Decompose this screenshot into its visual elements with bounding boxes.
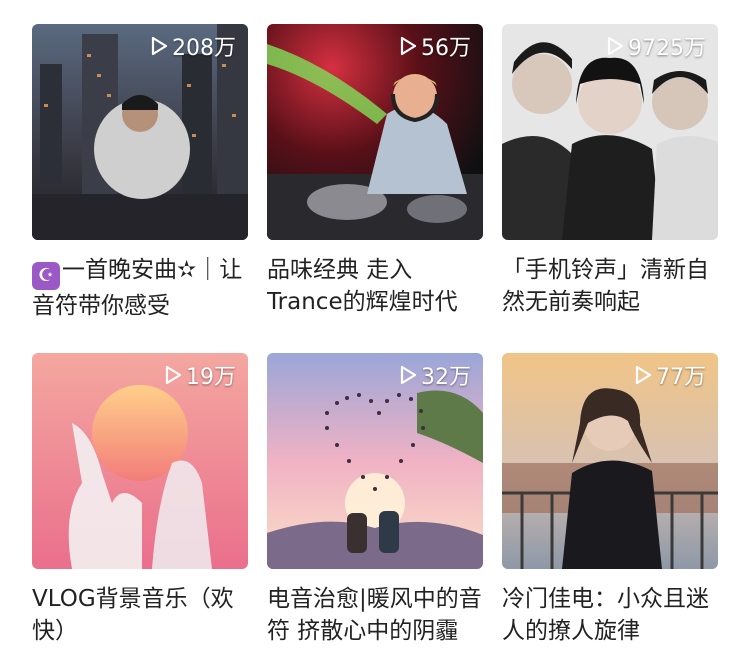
playlist-card[interactable]: 56万 品味经典 走入Trance的辉煌时代	[267, 24, 483, 318]
play-icon	[151, 36, 168, 56]
play-count: 19万	[165, 359, 236, 391]
playlist-title[interactable]: 品味经典 走入Trance的辉煌时代	[267, 254, 483, 318]
playlist-card[interactable]: 32万 电音治愈|暖风中的音符 挤散心中的阴霾	[267, 353, 483, 647]
playlist-cover[interactable]: 9725万	[502, 24, 718, 240]
playlist-card[interactable]: 208万 ☪ 一首晚安曲✫｜让音符带你感受	[32, 24, 248, 318]
play-count-text: 19万	[186, 365, 236, 390]
play-icon	[400, 365, 417, 385]
playlist-title[interactable]: VLOG背景音乐（欢快）	[32, 583, 248, 647]
play-count-text: 9725万	[628, 36, 706, 61]
play-count-text: 77万	[656, 365, 706, 390]
playlist-card[interactable]: 9725万 「手机铃声」清新自然无前奏响起	[502, 24, 718, 318]
play-icon	[400, 36, 417, 56]
play-count: 32万	[400, 359, 471, 391]
playlist-cover[interactable]: 19万	[32, 353, 248, 569]
playlist-cover[interactable]: 208万	[32, 24, 248, 240]
playlist-card[interactable]: 19万 VLOG背景音乐（欢快）	[32, 353, 248, 647]
playlist-title[interactable]: ☪ 一首晚安曲✫｜让音符带你感受	[32, 254, 248, 318]
play-count-text: 32万	[421, 365, 471, 390]
play-count-text: 208万	[172, 36, 236, 61]
play-icon	[165, 365, 182, 385]
playlist-cover[interactable]: 56万	[267, 24, 483, 240]
play-count: 77万	[635, 359, 706, 391]
playlist-title[interactable]: 冷门佳电：小众且迷人的撩人旋律	[502, 583, 718, 647]
play-icon	[607, 36, 624, 56]
play-count: 9725万	[607, 30, 706, 62]
moon-icon: ☪	[32, 262, 60, 290]
playlist-card[interactable]: 77万 冷门佳电：小众且迷人的撩人旋律	[502, 353, 718, 647]
play-icon	[635, 365, 652, 385]
play-count: 208万	[151, 30, 236, 62]
playlist-grid: 208万 ☪ 一首晚安曲✫｜让音符带你感受 56万 品味经典 走入Trance的…	[0, 0, 750, 671]
playlist-cover[interactable]: 32万	[267, 353, 483, 569]
playlist-title[interactable]: 「手机铃声」清新自然无前奏响起	[502, 254, 718, 318]
playlist-cover[interactable]: 77万	[502, 353, 718, 569]
play-count: 56万	[400, 30, 471, 62]
playlist-title[interactable]: 电音治愈|暖风中的音符 挤散心中的阴霾	[267, 583, 483, 647]
play-count-text: 56万	[421, 36, 471, 61]
